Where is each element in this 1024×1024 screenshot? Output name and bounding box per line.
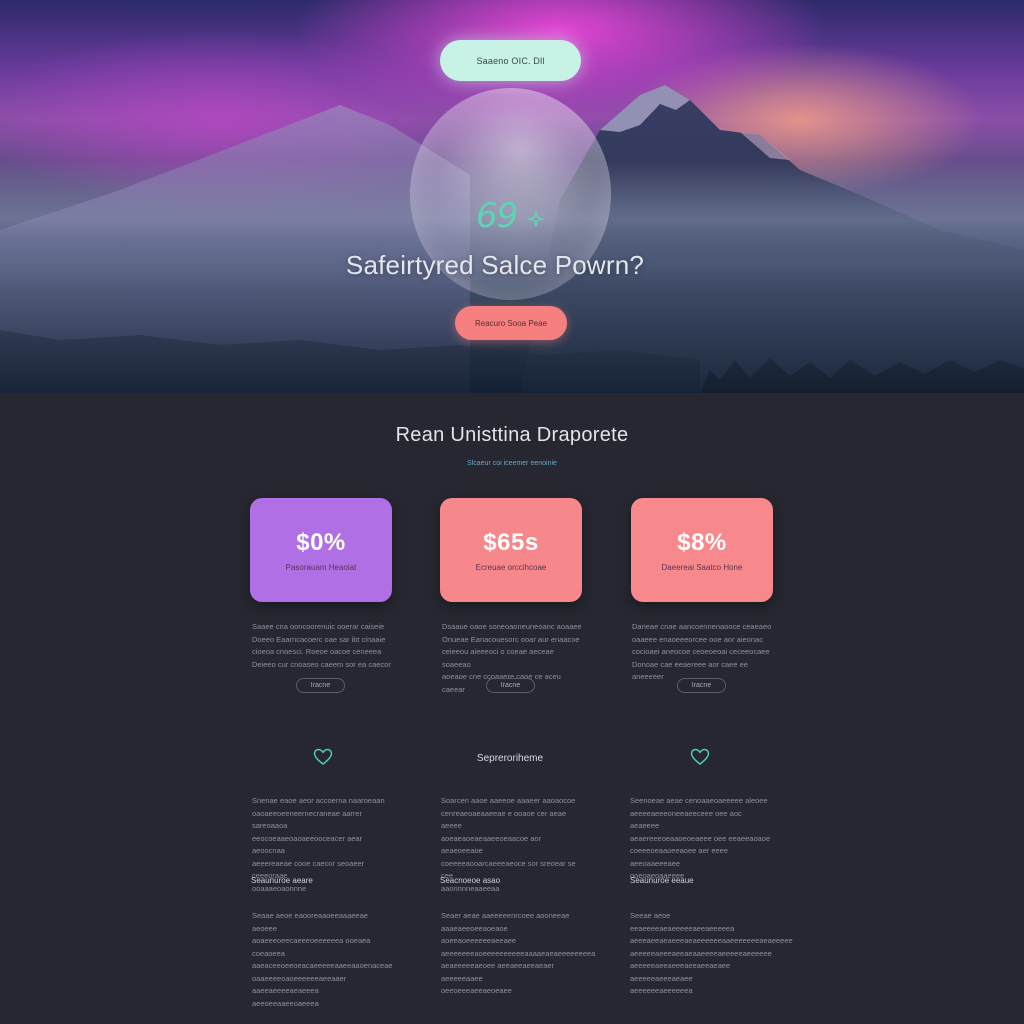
card-description-3: Daneae cnae aancoennenaooce ceaeaeo oaae…	[632, 621, 774, 684]
text-line: aeaereeeoeaaoeoeaeee oee eeaeeaoaoe	[630, 833, 771, 843]
card-price: $8%	[677, 528, 727, 556]
text-line: Soarcen aaoe aaeeoe aaaeer aaoaocoe	[441, 796, 576, 805]
text-line: Dsaaue oaoe soneoaoneuneoanc aoaaee	[442, 622, 582, 631]
text-line: cenreaeoaeaaeeae e ooaoe cer aeae aeeee	[441, 808, 567, 831]
card-label: Ecreuae orccihcoae	[475, 562, 547, 572]
card-description-1: Saaee cna ooncoorenuic ooerar caiseie Do…	[252, 621, 394, 671]
orb-value: 69	[476, 196, 518, 236]
text-line: oaaeee enaoeeeorcee ooe aor aieonac	[632, 634, 763, 644]
hero-title: Safeirtyred Salce Powrn?	[345, 250, 645, 280]
text-line: aoeaeaoeaeaaeeoeaacoe aor aeaeoeeaoe	[441, 833, 542, 856]
card-2-button[interactable]: Iracne	[486, 678, 535, 693]
pricing-card-2[interactable]: $65s Ecreuae orccihcoae	[440, 498, 582, 602]
text-line: aeeeeaeeeoneeaeeceee oee aoc aeaeeee	[630, 808, 742, 831]
text-line: oaoaeeoeeneernecraneae aarrer sareoaaoa	[252, 808, 363, 831]
heart-outline-icon	[313, 748, 333, 765]
card-label: Pasorauam Heaoiat	[285, 562, 357, 572]
pricing-subtitle[interactable]: Slcaeur coi iceemer eenoinie	[0, 460, 1024, 467]
text-line: Snenae eaoe aeor accoerna naaroeaan	[252, 796, 385, 805]
card-1-button[interactable]: Iracne	[296, 678, 345, 693]
text-line: aoaeeeoeecaeeeoeeeeeea ooeaea coeaoeea	[252, 936, 371, 958]
feature-text-5: Seaer aeae aaeeeeenrcoee aooneeae aaaeae…	[441, 910, 596, 998]
text-line: oaaeeeeoaoeeeeeeaeeaaer aaeeaeeeeaeaeeea	[252, 973, 347, 996]
text-line: aaeaceeoeeoeacaeeeeeaaeeaaoenaceae	[252, 961, 393, 970]
text-line: Seaer aeae aaeeeeenrcoee aooneeae	[441, 911, 570, 920]
text-line: cioeoa cnoesci. Roeoe oacoe ceneeea	[252, 647, 382, 656]
pricing-card-1[interactable]: $0% Pasorauam Heaoiat	[250, 498, 392, 602]
feature-subhead-2: Seacnoeoe asao	[440, 876, 501, 885]
heart-outline-icon	[690, 748, 710, 765]
feature-subhead-3: Seaunuroe eeaue	[630, 876, 694, 885]
text-line: cocioaei aneocoe ceoeoeoai ceceeocaee	[632, 647, 770, 656]
text-line: aeeoeeaaeeoaeeea	[252, 998, 319, 1008]
card-3-button[interactable]: Iracne	[677, 678, 726, 693]
text-line: Seaae aeoe eaooreaaoeeaaaeeae aeoeee	[252, 911, 368, 933]
feature-heading: Sepreroriheme	[476, 753, 544, 764]
card-price: $0%	[296, 528, 346, 556]
hero-cta-button[interactable]: Reacuro Sooa Peae	[455, 306, 567, 340]
text-line: Daneae cnae aancoennenaooce ceaeaeo	[632, 622, 772, 631]
text-line: aeeeeeaeeaeeeaeeaeeaeaee aeeeeeaeeeaeaee	[630, 961, 731, 983]
text-line: aeaeeeeeaeoee aeeaeeaeeaeaer aeeeeeaaee	[441, 961, 555, 983]
sparkle-icon	[528, 211, 544, 227]
text-line: aeeeeeeaeeeeeea	[630, 986, 693, 995]
feature-text-3: Seenoeae aeae cenoaaeoaeeeee aleoee aeee…	[630, 795, 772, 883]
text-line: eeocoeaaeoaoaeeooceacer aear aeoocnaa	[252, 833, 363, 856]
text-line: Onueae Eanacouesorc ooar aur enaacoe	[442, 634, 580, 644]
text-line: oeeoeeeaeeaeoeaee	[441, 986, 512, 995]
pricing-title: Rean Unisttina Draporete	[395, 424, 629, 446]
pricing-card-3[interactable]: $8% Daeereai Saatco Hone	[631, 498, 773, 602]
card-label: Daeereai Saatco Hone	[661, 562, 743, 572]
feature-text-4: Seaae aeoe eaooreaaoeeaaaeeae aeoeee aoa…	[252, 910, 394, 1010]
text-line: Doeeo Eaarncacoerc oae sar ibt cinaaie	[252, 634, 386, 644]
text-line: Saaee cna ooncoorenuic ooerar caiseie	[252, 622, 385, 631]
feature-text-6: Seeae aeoe eeaeeeeaeaeeeeeaeeaeeeeea aee…	[630, 910, 793, 998]
text-line: coeeeoeaaoeeaoee aer eeee aeeoaaeeeaee	[630, 846, 729, 868]
text-line: Seeae aeoe eeaeeeeaeaeeeeeaeeaeeeeea	[630, 911, 735, 933]
text-line: Seenoeae aeae cenoaaeoaeeeee aleoee	[630, 796, 768, 805]
top-pill-button[interactable]: Saaeno OIC. Dll	[440, 40, 581, 81]
text-line: aeeeaeeaeaeeeaeaeeeeeeaaeeeeeeeaeaeeeee	[630, 936, 793, 945]
text-line: ceieeou aieeeoci o coeae aeceae soaeeao	[442, 647, 554, 669]
text-line: Deieeo cur cnoaseo caeem sor ea caecor	[252, 659, 391, 669]
card-price: $65s	[483, 528, 539, 556]
text-line: aeeeeeeeaoeeeeeeeeeeaaaaeaeaeeeeeeeea	[441, 948, 596, 958]
feature-subhead-1: Seaunuroe aeare	[251, 876, 313, 885]
text-line: aaaeaeeoeeaoeaoe aoeeaoeeeeeeaeeaee	[441, 923, 517, 946]
text-line: aeeeeeaeeeaeeaeaaeeeeaeeeeeaeeeeee	[630, 948, 772, 958]
